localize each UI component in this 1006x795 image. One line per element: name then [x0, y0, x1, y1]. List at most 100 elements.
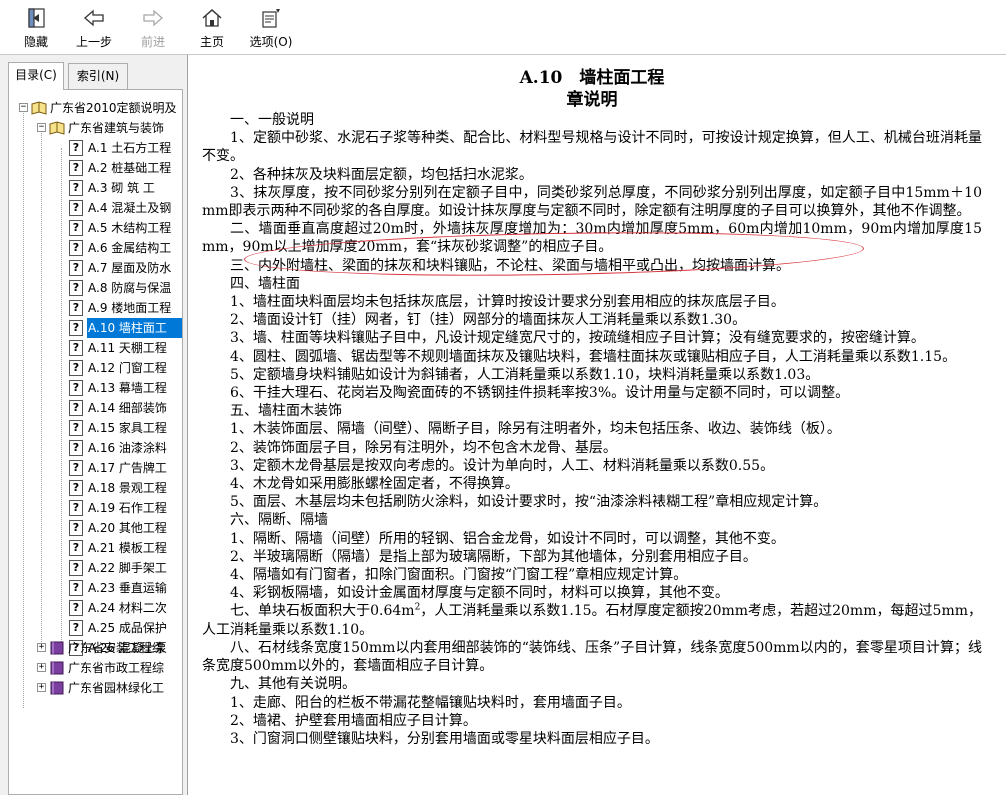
forward-label: 前进 — [140, 35, 165, 49]
tree-item-label: A.4 混凝土及钢 — [88, 201, 172, 215]
tree-node-label: 广东省园林绿化工 — [68, 681, 165, 695]
tree-item[interactable]: ? A.15 家具工程 — [9, 418, 182, 438]
tree-item-label: A.10 墙柱面工 — [87, 318, 182, 338]
tree-item-label: A.13 幕墙工程 — [88, 381, 167, 395]
help-topic-icon: ? — [69, 360, 83, 376]
tree-node-municipal[interactable]: + 广东省市政工程综 — [9, 658, 182, 678]
tree-item[interactable]: ? A.14 细部装饰 — [9, 398, 182, 418]
open-book-icon — [31, 101, 47, 115]
help-topic-icon: ? — [69, 380, 83, 396]
tree-item[interactable]: ? A.16 油漆涂料 — [9, 438, 182, 458]
tree-item-label: A.6 金属结构工 — [88, 241, 172, 255]
home-label: 主页 — [199, 35, 224, 49]
tree-item[interactable]: ? A.20 其他工程 — [9, 518, 182, 538]
home-button[interactable]: 主页 — [194, 6, 230, 52]
help-topic-icon: ? — [69, 140, 83, 156]
tree-node-garden[interactable]: + 广东省园林绿化工 — [9, 678, 182, 698]
hide-pane-icon — [28, 8, 45, 28]
page-subtitle: 章说明 — [566, 90, 618, 110]
tree-item[interactable]: ? A.4 混凝土及钢 — [9, 198, 182, 218]
tree-item-label: A.18 景观工程 — [88, 481, 167, 495]
help-topic-icon: ? — [69, 300, 83, 316]
tab-contents[interactable]: 目录(C) — [8, 62, 64, 90]
paragraph: 2、墙面设计钉（挂）网者，钉（挂）网部分的墙面抹灰人工消耗量乘以系数1.30。 — [230, 312, 747, 329]
tree-node-label: 广东省建筑与装饰 — [68, 121, 165, 135]
tree-item-label: A.14 细部装饰 — [88, 401, 167, 415]
tree-item-label: A.16 油漆涂料 — [88, 441, 167, 455]
tab-index[interactable]: 索引(N) — [68, 63, 128, 89]
tree-item-label: A.1 土石方工程 — [88, 141, 172, 155]
hide-button[interactable]: 隐藏 — [18, 6, 54, 52]
tree-item[interactable]: ? A.25 成品保护 — [9, 618, 182, 638]
collapse-icon[interactable]: − — [19, 103, 28, 112]
tree-item[interactable]: ? A.21 模板工程 — [9, 538, 182, 558]
hide-label: 隐藏 — [23, 35, 48, 49]
forward-button[interactable]: 前进 — [135, 6, 171, 52]
help-topic-icon: ? — [69, 620, 83, 636]
document-body: A.10 墙柱面工程 章说明 一、一般说明 1、定额中砂浆、水泥石子浆等种类、配合… — [202, 67, 982, 748]
tree-item[interactable]: ? A.2 桩基础工程 — [9, 158, 182, 178]
expand-icon[interactable]: + — [37, 683, 46, 692]
closed-book-icon — [50, 641, 64, 655]
paragraph: 1、墙柱面块料面层均未包括抹灰底层，计算时按设计要求分别套用相应的抹灰底层子目。 — [230, 294, 785, 311]
contents-tree: − 广东省2010定额说明及 − 广东省建筑与装饰 ? A.1 土石方工程? A.2… — [8, 89, 183, 795]
paragraph-list-2: 八、石材线条宽度150mm以内套用细部装饰的“装饰线、压条”子目计算，线条宽度5… — [202, 639, 982, 748]
paragraph: 一、一般说明 — [230, 112, 314, 128]
paragraph: 4、木龙骨如采用膨胀螺栓固定者，不得换算。 — [230, 476, 519, 493]
paragraph: 三、内外附墙柱、梁面的抹灰和块料镶贴，不论柱、梁面与墙相平或凸出，均按墙面计算。 — [230, 257, 790, 274]
tree-item-label: A.23 垂直运输 — [88, 581, 167, 595]
expand-icon[interactable]: + — [37, 663, 46, 672]
home-icon — [202, 8, 222, 27]
tree-item[interactable]: ? A.3 砌 筑 工 — [9, 178, 182, 198]
tree-item[interactable]: ? A.10 墙柱面工 — [9, 318, 182, 338]
help-topic-icon: ? — [69, 600, 83, 616]
paragraph: 1、隔断、隔墙（间壁）所用的轻钢、铝合金龙骨，如设计不同时，可以调整，其他不变。 — [230, 530, 785, 547]
open-book-icon — [49, 121, 65, 135]
help-topic-icon: ? — [69, 260, 83, 276]
tree-node-building[interactable]: − 广东省建筑与装饰 — [9, 118, 182, 138]
paragraph-list: 一、一般说明 1、定额中砂浆、水泥石子浆等种类、配合比、材料型号规格与设计不同时，… — [202, 111, 982, 602]
help-topic-icon: ? — [69, 180, 83, 196]
tree-item[interactable]: ? A.11 天棚工程 — [9, 338, 182, 358]
paragraph: 七、单块石板面积大于0.64m2，人工消耗量乘以系数1.15。石材厚度定额按20… — [202, 602, 983, 638]
collapse-icon[interactable]: − — [37, 123, 46, 132]
tree-item[interactable]: ? A.17 广告牌工 — [9, 458, 182, 478]
tree-node-label: 广东省2010定额说明及 — [50, 101, 177, 115]
tree-item[interactable]: ? A.18 景观工程 — [9, 478, 182, 498]
paragraph: 5、面层、木基层均未包括刷防火涂料，如设计要求时，按“油漆涂料裱糊工程”章相应规… — [230, 494, 828, 511]
tree-node-installation[interactable]: + 广东省安装工程综 — [9, 638, 182, 658]
paragraph: 6、干挂大理石、花岗岩及陶瓷面砖的不锈钢挂件损耗率按3%。设计用量与定额不同时，… — [230, 385, 850, 402]
help-topic-icon: ? — [69, 160, 83, 176]
tree-item[interactable]: ? A.23 垂直运输 — [9, 578, 182, 598]
expand-icon[interactable]: + — [37, 643, 46, 652]
forward-arrow-icon — [143, 9, 163, 27]
tree-item-label: A.21 模板工程 — [88, 541, 167, 555]
paragraph: 3、墙、柱面等块料镶贴子目中，凡设计规定缝宽尺寸的，按疏缝相应子目计算；没有缝宽… — [230, 330, 925, 347]
help-topic-icon: ? — [69, 480, 83, 496]
closed-book-icon — [50, 681, 64, 695]
tree-item[interactable]: ? A.7 屋面及防水 — [9, 258, 182, 278]
back-label: 上一步 — [75, 35, 112, 49]
tree-item[interactable]: ? A.8 防腐与保温 — [9, 278, 182, 298]
tree-item[interactable]: ? A.24 材料二次 — [9, 598, 182, 618]
tree-node-root[interactable]: − 广东省2010定额说明及 — [9, 98, 182, 118]
tree-item[interactable]: ? A.5 木结构工程 — [9, 218, 182, 238]
paragraph: 4、圆柱、圆弧墙、锯齿型等不规则墙面抹灰及镶贴块料，套墙柱面抹灰或镶贴相应子目，… — [230, 348, 957, 365]
paragraph: 二、墙面垂直高度超过20m时，外墙抹灰厚度增加为：30m内增加厚度5mm，60m… — [202, 221, 982, 256]
back-button[interactable]: 上一步 — [72, 6, 116, 52]
paragraph: 2、装饰饰面层子目，除另有注明外，均不包含木龙骨、基层。 — [230, 439, 617, 456]
page-title: A.10 墙柱面工程 — [519, 68, 665, 88]
tree-item[interactable]: ? A.9 楼地面工程 — [9, 298, 182, 318]
tree-item[interactable]: ? A.1 土石方工程 — [9, 138, 182, 158]
paragraph: 4、彩钢板隔墙，如设计金属面材厚度与定额不同时，材料可以换算，其他不变。 — [230, 585, 729, 602]
tree-item[interactable]: ? A.22 脚手架工 — [9, 558, 182, 578]
tree-item[interactable]: ? A.19 石作工程 — [9, 498, 182, 518]
help-topic-icon: ? — [69, 560, 83, 576]
options-button[interactable]: 选项(O) — [246, 6, 296, 52]
tree-item[interactable]: ? A.12 门窗工程 — [9, 358, 182, 378]
topic-content: A.10 墙柱面工程 章说明 一、一般说明 1、定额中砂浆、水泥石子浆等种类、配合… — [192, 55, 1006, 795]
tree-item-label: A.25 成品保护 — [88, 621, 167, 635]
tree-item[interactable]: ? A.6 金属结构工 — [9, 238, 182, 258]
help-topic-icon: ? — [69, 220, 83, 236]
tree-item[interactable]: ? A.13 幕墙工程 — [9, 378, 182, 398]
